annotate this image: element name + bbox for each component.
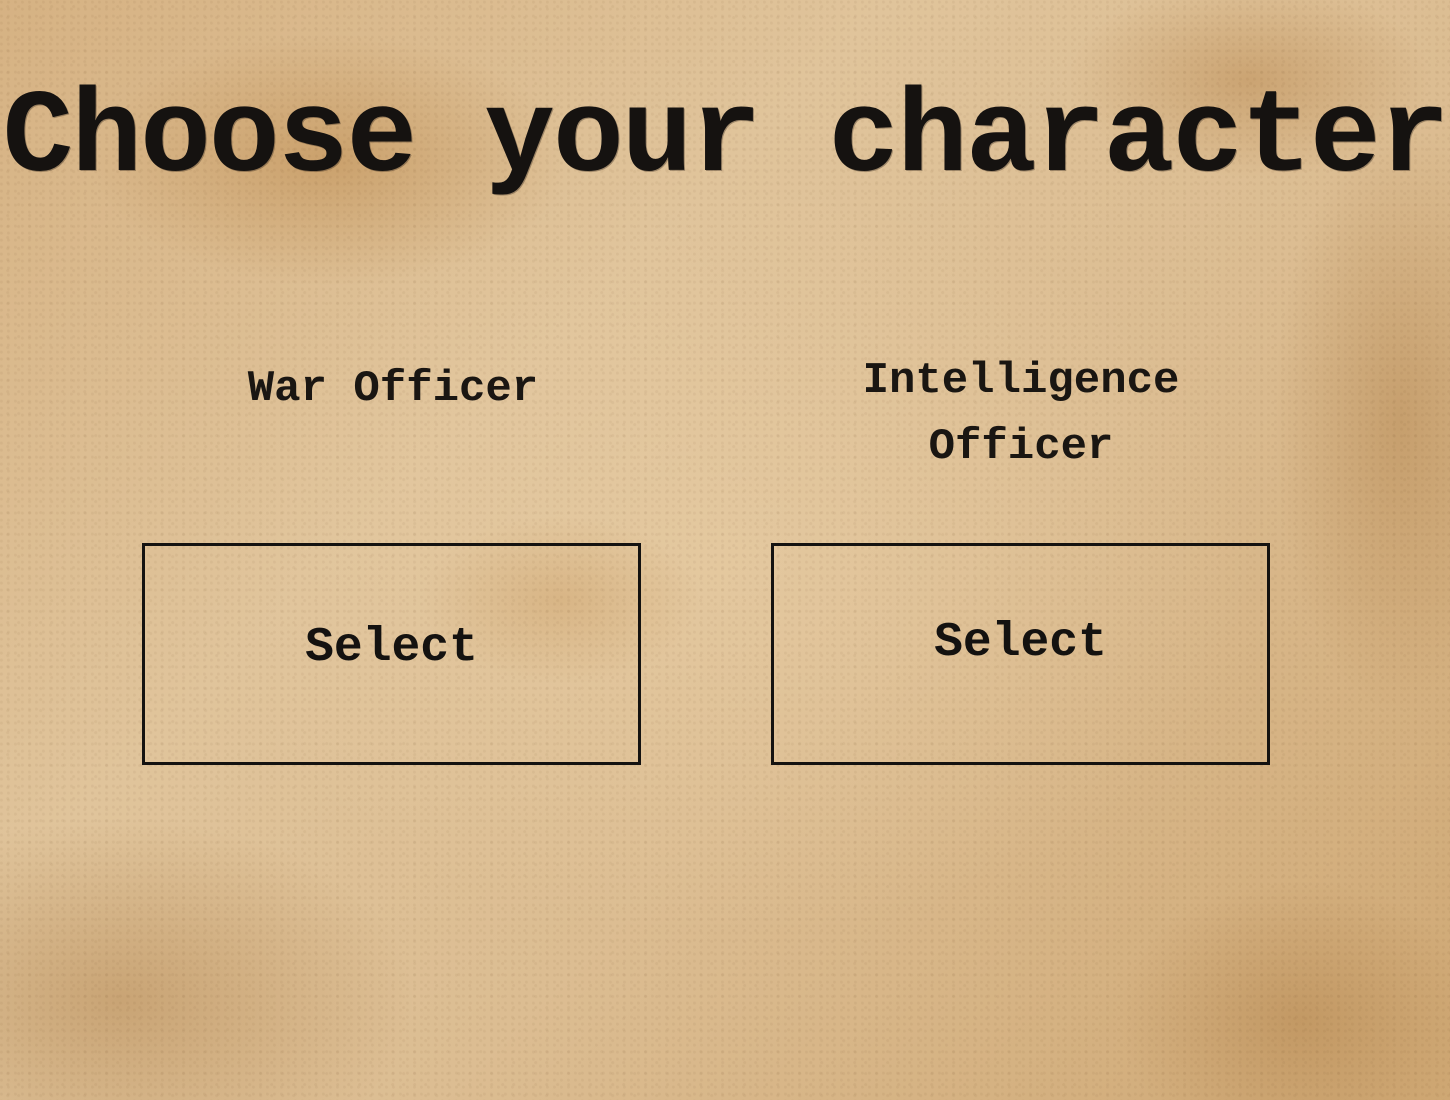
- page-title: Choose your character: [2, 73, 1449, 206]
- character-name-intelligence-officer: Intelligence Officer: [862, 356, 1180, 472]
- select-button-label: Select: [305, 621, 478, 675]
- character-name-war-officer: War Officer: [247, 364, 539, 414]
- select-intelligence-officer-button[interactable]: Select: [771, 543, 1270, 765]
- select-war-officer-button[interactable]: Select: [142, 543, 641, 765]
- select-button-label: Select: [934, 616, 1107, 670]
